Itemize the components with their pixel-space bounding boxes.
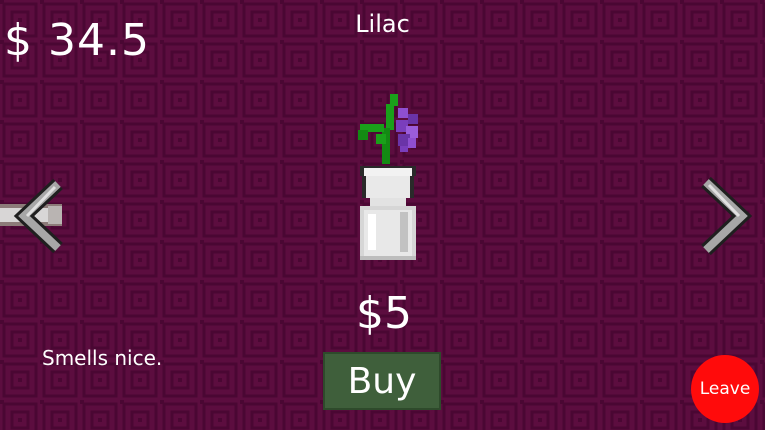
buy-button[interactable]: Buy <box>323 352 441 410</box>
item-price: $5 <box>356 288 412 339</box>
item-description: Smells nice. <box>42 346 163 370</box>
next-item-button[interactable] <box>696 176 754 256</box>
item-name: Lilac <box>355 10 410 38</box>
lilac-vase-icon <box>358 94 418 260</box>
previous-item-button[interactable] <box>0 178 72 256</box>
leave-button[interactable]: Leave <box>691 355 759 423</box>
chevron-right-icon <box>701 176 753 256</box>
